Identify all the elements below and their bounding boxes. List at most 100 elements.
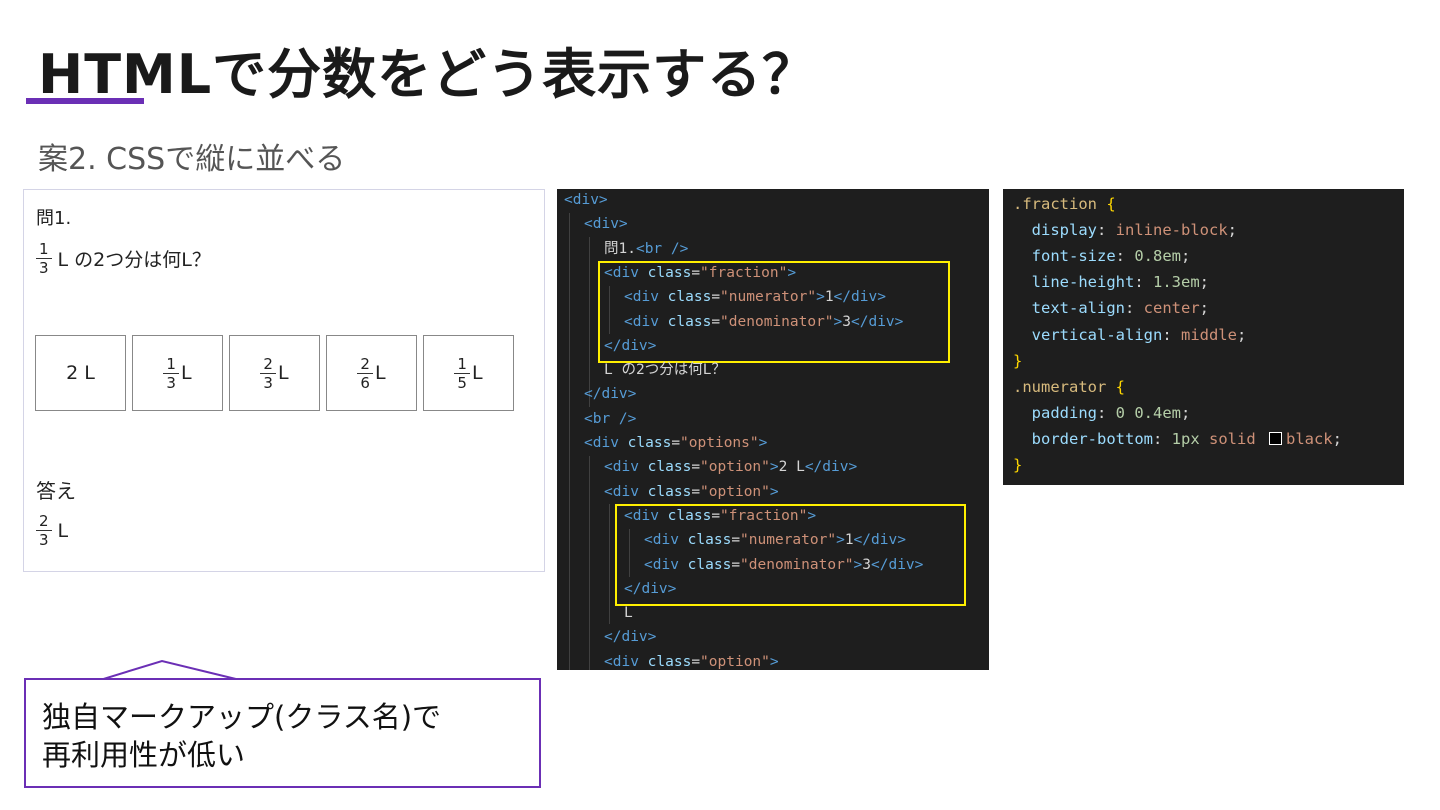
- option-button[interactable]: 1 5 L: [423, 335, 514, 411]
- code-token: </div>: [604, 629, 657, 646]
- denominator: 6: [360, 373, 370, 392]
- option-label: 2 L: [66, 362, 95, 384]
- code-token: class: [627, 435, 672, 451]
- code-token: 1.3em: [1153, 273, 1200, 292]
- callout-box: 独自マークアップ(クラス名)で 再利用性が低い: [24, 678, 541, 788]
- code-token: :: [1134, 273, 1153, 292]
- code-token: :: [1162, 325, 1181, 344]
- code-token: class: [647, 459, 692, 476]
- code-token: class: [687, 556, 732, 573]
- render-preview: 問1. 1 3 L の2つ分は何L？ 2 L 1 3 L 2 3 L 2 6 L…: [23, 189, 545, 572]
- code-token: <div: [604, 459, 648, 476]
- code-token: =: [731, 532, 741, 549]
- code-token: >: [758, 435, 768, 451]
- code-token: class: [667, 313, 712, 330]
- code-token: }: [1013, 351, 1023, 370]
- code-token: =: [691, 653, 701, 670]
- denominator: 3: [263, 373, 273, 392]
- code-token: "option": [700, 483, 770, 500]
- code-token: "fraction": [700, 264, 788, 281]
- option-fraction: 2 3: [260, 355, 276, 392]
- code-token: </div>: [584, 386, 637, 403]
- code-line: <div class="fraction">: [604, 261, 796, 285]
- title-underline: [26, 98, 144, 104]
- code-token: black: [1285, 429, 1333, 448]
- code-token: <div: [584, 435, 628, 451]
- option-button[interactable]: 2 3 L: [229, 335, 320, 411]
- indent-guide: [569, 213, 570, 670]
- slide-subtitle: 案2. CSSで縦に並べる: [38, 142, 346, 177]
- option-unit: L: [374, 362, 386, 384]
- code-token: .numerator: [1013, 377, 1116, 396]
- code-token: {: [1106, 195, 1116, 213]
- code-token: class: [667, 507, 712, 524]
- code-line: <br />: [584, 407, 636, 431]
- option-button[interactable]: 2 6 L: [326, 335, 417, 411]
- code-token: </div>: [851, 313, 904, 330]
- code-token: :: [1152, 429, 1172, 448]
- code-line: vertical-align: middle;: [1013, 322, 1247, 348]
- code-token: vertical-align: [1013, 325, 1163, 344]
- code-line: L: [624, 601, 633, 625]
- code-line: L の2つ分は何L？: [604, 358, 726, 382]
- code-token: 問1.: [604, 240, 636, 257]
- code-token: >: [787, 264, 797, 281]
- css-code-editor[interactable]: .fraction { display: inline-block; font-…: [1003, 189, 1404, 485]
- code-token: border-bottom: [1013, 429, 1153, 448]
- numerator: 2: [36, 512, 52, 531]
- code-token: line-height: [1013, 273, 1135, 292]
- code-token: >: [769, 653, 779, 670]
- answer-unit: L: [57, 519, 69, 542]
- code-token: 0.8em: [1134, 247, 1181, 266]
- numerator: 1: [163, 355, 179, 374]
- code-token: >: [769, 459, 779, 476]
- code-token: =: [711, 313, 721, 330]
- denominator: 3: [39, 531, 49, 549]
- code-token: =: [711, 289, 721, 306]
- code-token: {: [1115, 377, 1125, 396]
- code-token: "options": [680, 435, 759, 451]
- code-token: 3: [862, 556, 872, 573]
- options-row: 2 L 1 3 L 2 3 L 2 6 L 1 5 L: [35, 335, 514, 411]
- code-token: <br />: [635, 240, 689, 257]
- code-token: }: [1013, 456, 1023, 474]
- code-token: :: [1124, 299, 1144, 318]
- code-token: <div: [604, 653, 648, 670]
- answer-line: 2 3 L: [36, 512, 68, 549]
- code-token: middle: [1180, 325, 1237, 344]
- code-token: "option": [700, 653, 770, 670]
- code-token: solid: [1199, 429, 1265, 448]
- denominator: 3: [166, 373, 176, 392]
- code-token: <div>: [564, 192, 608, 208]
- code-line: </div>: [584, 382, 636, 406]
- code-line: </div>: [604, 334, 656, 358]
- code-line: <div class="option">2 L</div>: [604, 455, 857, 479]
- code-line: border-bottom: 1px solid black;: [1013, 426, 1342, 452]
- code-line: <div class="fraction">: [624, 504, 816, 528]
- code-token: >: [807, 507, 817, 524]
- code-token: "numerator": [720, 289, 817, 306]
- option-button[interactable]: 2 L: [35, 335, 126, 411]
- numerator: 2: [357, 355, 373, 374]
- code-token: </div>: [853, 532, 906, 549]
- code-line: display: inline-block;: [1013, 217, 1237, 243]
- code-token: center: [1143, 299, 1200, 318]
- slide-title: HTMLで分数をどう表示する？: [38, 43, 818, 106]
- code-token: L: [624, 605, 633, 622]
- code-token: "fraction": [720, 507, 808, 524]
- code-token: display: [1013, 221, 1097, 240]
- question-text: L の2つ分は何L？: [57, 249, 211, 271]
- code-token: .fraction: [1013, 195, 1107, 213]
- code-token: ;: [1181, 247, 1191, 266]
- code-token: "option": [700, 459, 770, 476]
- option-button[interactable]: 1 3 L: [132, 335, 223, 411]
- code-token: class: [687, 532, 732, 549]
- option-fraction: 1 5: [454, 355, 470, 392]
- code-line: <div class="denominator">3</div>: [644, 553, 923, 577]
- html-code-editor[interactable]: <div> <div> 問1.<br /> <div class="fraction"…: [557, 189, 989, 670]
- code-token: <div>: [584, 216, 628, 233]
- code-token: ;: [1236, 325, 1247, 344]
- code-line: }: [1013, 348, 1022, 374]
- code-token: ;: [1332, 429, 1342, 448]
- code-token: =: [691, 459, 701, 476]
